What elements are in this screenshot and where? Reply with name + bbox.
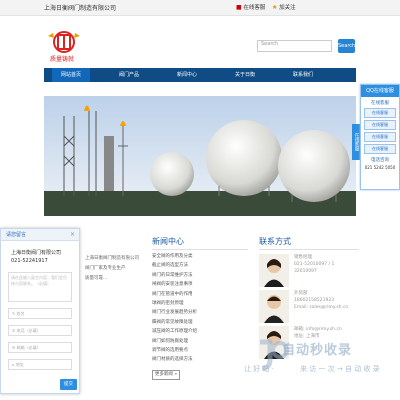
contact-section-title[interactable]: 联系方式: [259, 236, 291, 247]
chat-header: 请您留言 ×: [1, 229, 79, 241]
message-textarea[interactable]: 请在此输入留言内容，我们会尽快与您联系。（必填）: [8, 272, 72, 302]
news-item[interactable]: 闸阀的安装注意事项: [152, 280, 248, 289]
news-item[interactable]: 安全阀的作用及分类: [152, 252, 248, 261]
news-item[interactable]: 阀门行业发展趋势分析: [152, 308, 248, 317]
watermark-text: 自动秒收录: [282, 343, 353, 358]
nav-home[interactable]: 网站首页: [52, 68, 90, 82]
leave-message-widget: 请您留言 × 上海日衡阀门有限公司 021-52241917 请在此输入留言内容…: [0, 228, 80, 394]
news-item[interactable]: 阀门如何防腐处理: [152, 337, 248, 346]
contact-row: 销售经理 021-52010097 / 1 32010097: [259, 254, 359, 290]
news-divider: [152, 249, 248, 250]
nav-products[interactable]: 阀门产品: [110, 68, 148, 82]
news-item[interactable]: 蝶阀的常见故障处理: [152, 318, 248, 327]
news-item[interactable]: 阀门在管道中的作用: [152, 290, 248, 299]
contact-photo: [259, 290, 289, 323]
phone-placeholder: 电话（必填）: [16, 328, 41, 333]
chat-icon: ■: [236, 4, 242, 11]
news-item[interactable]: 调节阀的选用要点: [152, 346, 248, 355]
contact-line: 邮箱: info@rimy.sh.cn: [294, 327, 342, 332]
online-message-link[interactable]: ■ 在线客服: [236, 3, 265, 11]
contact-row: 外贸部 18602158521923 Email: sales@rimy.sh.…: [259, 290, 359, 326]
qq-contact-item[interactable]: 在线客服: [364, 120, 396, 130]
online-message-label: 在线客服: [243, 5, 266, 11]
phone-consult-label: 电话咨询: [371, 158, 389, 163]
news-item[interactable]: 球阀的密封原理: [152, 299, 248, 308]
about-line: 阀门厂家及专业生产: [85, 266, 126, 271]
contact-line: 外贸部: [294, 291, 308, 296]
watermark-subtext: 让 好 站 ·: [244, 365, 274, 373]
search-input[interactable]: Search: [257, 40, 332, 52]
email-placeholder: 邮箱（必填）: [16, 345, 41, 350]
qq-service-panel: QQ在线客服 在线客服 在线客服 在线客服 在线客服 在线客服 电话咨询 021…: [360, 84, 400, 190]
chat-phone: 021-52241917: [11, 258, 48, 264]
close-icon[interactable]: ×: [70, 229, 75, 241]
news-section-title[interactable]: 新闻中心: [152, 236, 184, 247]
nav-contact[interactable]: 联系我们: [284, 68, 322, 82]
company-name: 上海日衡阀门制造有限公司: [44, 5, 117, 12]
qq-contact-item[interactable]: 在线客服: [364, 132, 396, 142]
contact-photo: [259, 254, 289, 287]
about-line: 质量可靠...: [85, 276, 108, 281]
name-placeholder: 姓名: [16, 311, 25, 316]
email-field[interactable]: ✉ 邮箱（必填）: [8, 342, 72, 353]
contact-line: 18602158521923: [294, 298, 335, 303]
address-placeholder: 地址: [15, 362, 24, 367]
contact-line: 021-52010097 / 1: [294, 262, 335, 267]
favorite-link[interactable]: ★ 加关注: [272, 3, 296, 11]
chat-company: 上海日衡阀门有限公司: [11, 250, 62, 256]
contact-info: 销售经理 021-52010097 / 1 32010097: [294, 254, 334, 275]
phone-number: 021 5242 5050: [364, 165, 396, 170]
qq-online-label: 在线客服: [371, 101, 389, 106]
nav-about[interactable]: 关于日衡: [226, 68, 264, 82]
top-bar: 上海日衡阀门制造有限公司 ■ 在线客服 ★ 加关注: [0, 0, 400, 16]
about-text: 上海日衡阀门制造有限公司 阀门厂家及专业生产 质量可靠...: [85, 254, 145, 284]
address-field[interactable]: ⌂ 地址: [8, 359, 72, 370]
contact-line: Email: sales@rimy.sh.cn: [294, 305, 349, 310]
search-button[interactable]: Search: [338, 39, 355, 53]
favorite-label: 加关注: [279, 5, 296, 11]
qq-contact-item[interactable]: 在线客服: [364, 108, 396, 118]
news-item[interactable]: 阀门材质的选择方法: [152, 355, 248, 364]
contact-line: 32010097: [294, 269, 317, 274]
news-item[interactable]: 减压阀的工作原理介绍: [152, 327, 248, 336]
qq-panel-title: QQ在线客服: [361, 85, 399, 97]
news-list: 安全阀的作用及分类 截止阀的选型方法 阀门的日常维护方法 闸阀的安装注意事项 阀…: [152, 252, 248, 365]
nav-news[interactable]: 新闻中心: [168, 68, 206, 82]
more-news-button[interactable]: 更多新闻 »: [152, 370, 180, 380]
hero-banner-image: [44, 96, 356, 216]
qq-contact-item[interactable]: 在线客服: [364, 144, 396, 154]
main-nav: 网站首页 阀门产品 新闻中心 关于日衡 联系我们: [44, 68, 356, 82]
star-icon: ★: [272, 4, 278, 11]
name-field[interactable]: ✎ 姓名: [8, 308, 72, 319]
news-item[interactable]: 阀门的日常维护方法: [152, 271, 248, 280]
about-line: 上海日衡阀门制造有限公司: [85, 256, 139, 261]
chat-title: 请您留言: [6, 232, 27, 238]
contact-info: 外贸部 18602158521923 Email: sales@rimy.sh.…: [294, 290, 348, 311]
submit-button[interactable]: 提交: [60, 379, 77, 390]
logo-text: 质量铸就: [50, 56, 75, 63]
watermark-subtext: 来 访 一 次 → 自 动 收 录: [300, 365, 380, 373]
news-item[interactable]: 截止阀的选型方法: [152, 261, 248, 270]
contact-divider: [259, 249, 359, 250]
contact-line: 销售经理: [294, 255, 312, 260]
phone-field[interactable]: ✆ 电话（必填）: [8, 325, 72, 336]
